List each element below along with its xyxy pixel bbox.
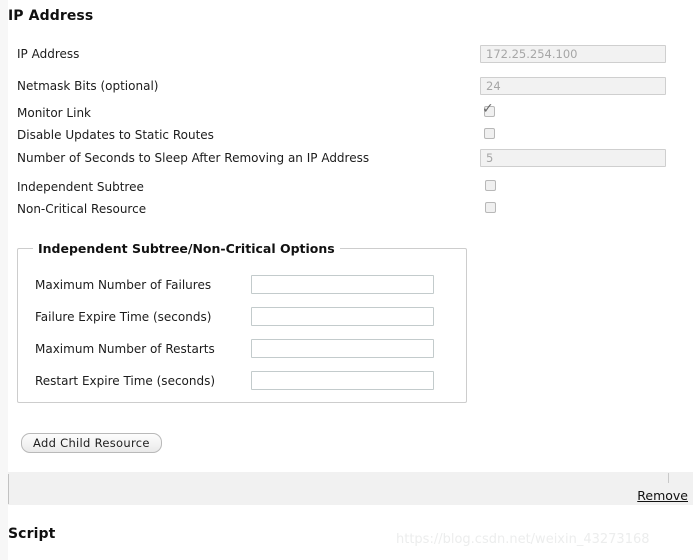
- sleep-seconds-input[interactable]: [480, 149, 666, 167]
- label-max-failures: Maximum Number of Failures: [35, 278, 212, 292]
- fieldset-legend: Independent Subtree/Non-Critical Options: [33, 241, 340, 256]
- ip-address-resource-form: IP Address IP Address Netmask Bits (opti…: [0, 0, 693, 560]
- page-title-ip-address: IP Address: [8, 8, 94, 24]
- label-netmask-bits: Netmask Bits (optional): [17, 79, 159, 93]
- form-row-netmask-bits: Netmask Bits (optional): [8, 77, 685, 99]
- form-row-disable-updates-static-routes: Disable Updates to Static Routes: [8, 126, 685, 148]
- netmask-bits-input[interactable]: [480, 77, 666, 95]
- form-row-non-critical-resource: Non-Critical Resource: [8, 200, 685, 222]
- form-row-independent-subtree: Independent Subtree: [8, 178, 685, 200]
- restart-expire-time-input[interactable]: [251, 371, 434, 390]
- form-row-failure-expire-time: Failure Expire Time (seconds): [18, 307, 468, 329]
- non-critical-resource-checkbox[interactable]: [485, 202, 496, 213]
- label-disable-updates-static-routes: Disable Updates to Static Routes: [17, 128, 214, 142]
- form-row-monitor-link: Monitor Link ✓: [8, 102, 685, 126]
- failure-expire-time-input[interactable]: [251, 307, 434, 326]
- page-title-script: Script: [8, 526, 56, 542]
- watermark-text: https://blog.csdn.net/weixin_43273168: [396, 532, 650, 547]
- label-independent-subtree: Independent Subtree: [17, 180, 144, 194]
- form-row-max-failures: Maximum Number of Failures: [18, 275, 468, 297]
- remove-link[interactable]: Remove: [637, 488, 688, 503]
- label-monitor-link: Monitor Link: [17, 106, 92, 120]
- label-non-critical-resource: Non-Critical Resource: [17, 202, 147, 216]
- footer-band-tick-mark: [668, 473, 669, 483]
- label-max-restarts: Maximum Number of Restarts: [35, 342, 215, 356]
- label-sleep-seconds: Number of Seconds to Sleep After Removin…: [17, 151, 370, 165]
- max-restarts-input[interactable]: [251, 339, 434, 358]
- form-row-max-restarts: Maximum Number of Restarts: [18, 339, 468, 361]
- label-restart-expire-time: Restart Expire Time (seconds): [35, 374, 216, 388]
- form-row-restart-expire-time: Restart Expire Time (seconds): [18, 371, 468, 393]
- independent-subtree-options-fieldset: Independent Subtree/Non-Critical Options…: [17, 241, 468, 403]
- add-child-resource-button[interactable]: Add Child Resource: [21, 433, 162, 453]
- form-row-ip-address: IP Address: [8, 45, 685, 67]
- max-failures-input[interactable]: [251, 275, 434, 294]
- label-failure-expire-time: Failure Expire Time (seconds): [35, 310, 212, 324]
- disable-updates-static-routes-checkbox[interactable]: [484, 128, 495, 139]
- label-ip-address: IP Address: [17, 47, 80, 61]
- form-row-sleep-seconds: Number of Seconds to Sleep After Removin…: [8, 149, 685, 171]
- monitor-link-checkbox[interactable]: [484, 106, 495, 117]
- resource-footer-band: [8, 472, 693, 505]
- independent-subtree-checkbox[interactable]: [485, 180, 496, 191]
- footer-band-left-rule: [8, 474, 9, 504]
- ip-address-input[interactable]: [480, 45, 666, 63]
